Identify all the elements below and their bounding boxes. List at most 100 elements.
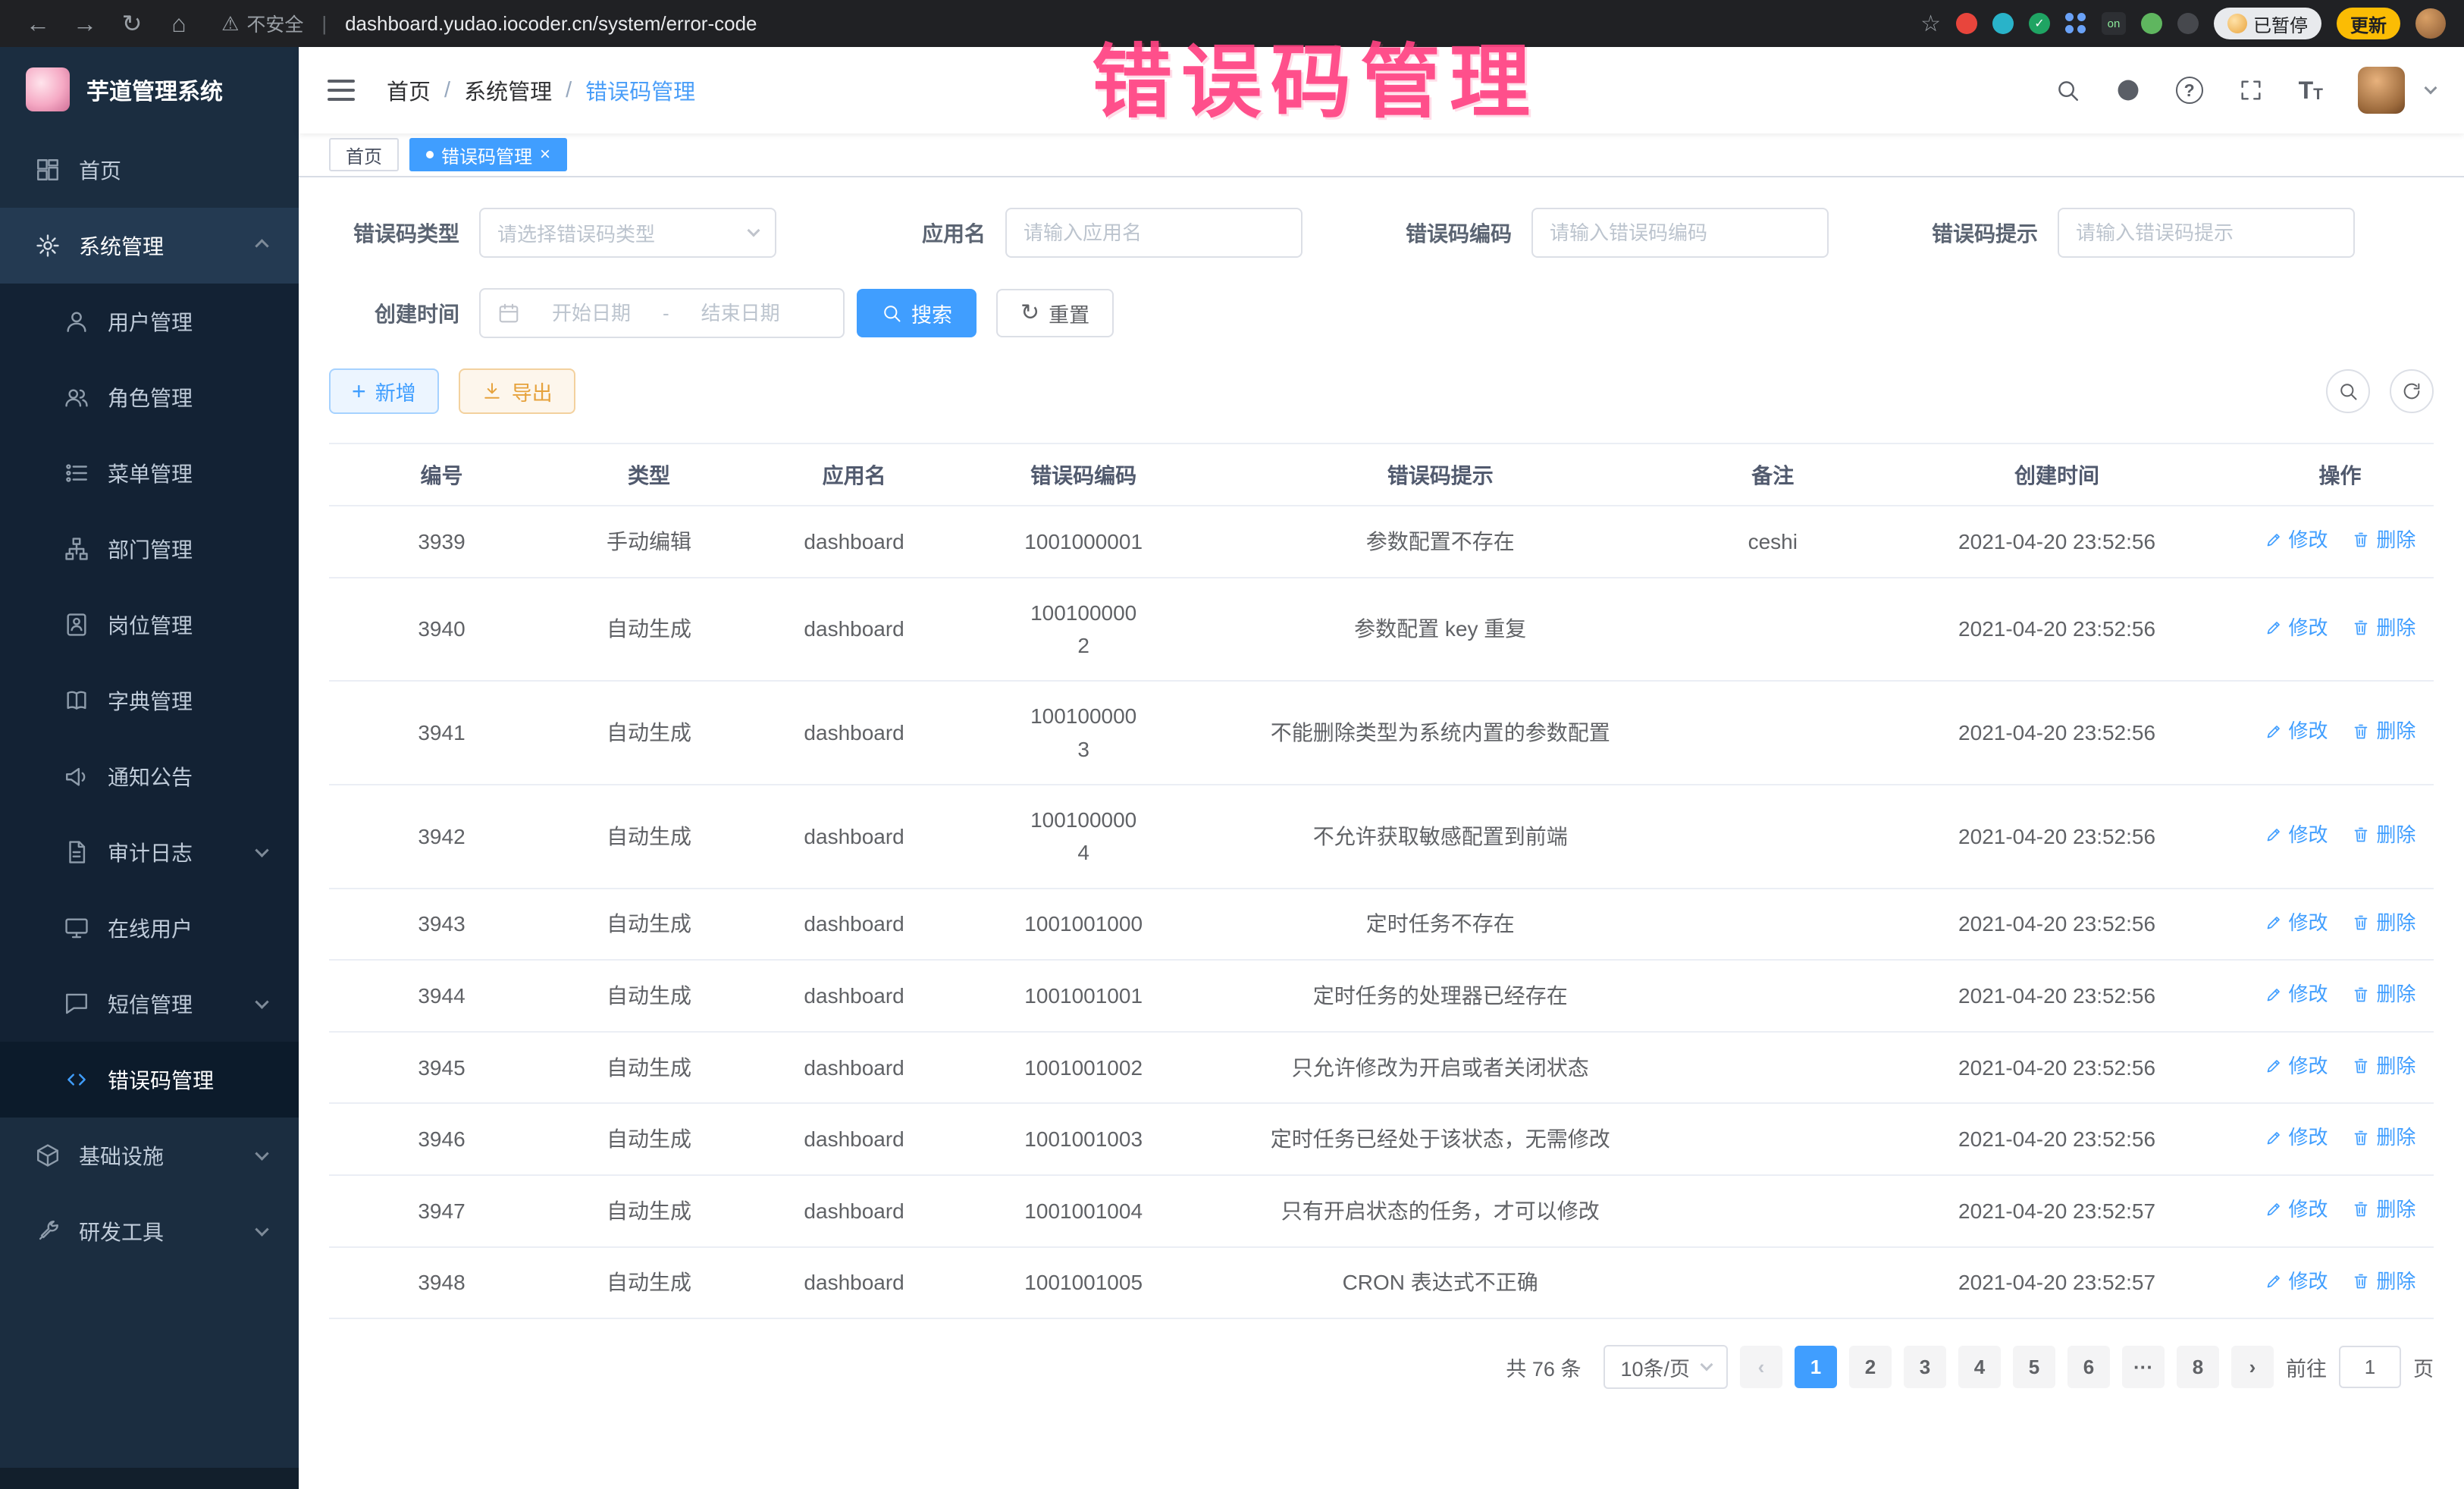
- refresh-table-button[interactable]: [2390, 369, 2434, 413]
- tab-error-code[interactable]: 错误码管理 ×: [409, 138, 567, 171]
- sidebar-item-menus[interactable]: 菜单管理: [0, 435, 299, 511]
- sidebar-collapse-bar[interactable]: [0, 1468, 299, 1489]
- edit-link[interactable]: 修改: [2265, 716, 2328, 746]
- pagination-page-5[interactable]: 5: [2013, 1346, 2055, 1388]
- delete-link[interactable]: 删除: [2352, 820, 2415, 850]
- delete-link[interactable]: 删除: [2352, 1266, 2415, 1296]
- edit-icon: [2265, 531, 2283, 549]
- back-button[interactable]: ←: [18, 10, 58, 38]
- delete-link[interactable]: 删除: [2352, 908, 2415, 938]
- pagination-next[interactable]: ›: [2231, 1346, 2274, 1388]
- export-button[interactable]: 导出: [459, 368, 575, 414]
- pagination-ellipsis[interactable]: ···: [2122, 1346, 2165, 1388]
- sidebar-item-dev-tools[interactable]: 研发工具: [0, 1193, 299, 1269]
- edit-link[interactable]: 修改: [2265, 1194, 2328, 1224]
- sidebar-item-sms[interactable]: 短信管理: [0, 966, 299, 1042]
- fullscreen-icon[interactable]: [2238, 77, 2264, 103]
- breadcrumb-home[interactable]: 首页: [387, 74, 431, 106]
- hamburger-icon[interactable]: [328, 80, 355, 101]
- pagination-page-8[interactable]: 8: [2177, 1346, 2219, 1388]
- trash-icon: [2352, 723, 2370, 741]
- browser-profile-avatar[interactable]: [2415, 8, 2446, 39]
- sidebar-item-system[interactable]: 系统管理: [0, 208, 299, 284]
- start-date-input[interactable]: [531, 302, 652, 325]
- sidebar-item-posts[interactable]: 岗位管理: [0, 587, 299, 663]
- paused-badge[interactable]: 已暂停: [2214, 8, 2321, 39]
- github-icon[interactable]: [2115, 77, 2141, 103]
- error-code-input[interactable]: [1550, 221, 1810, 245]
- extension-icon-green[interactable]: [2141, 13, 2162, 34]
- pagination-page-6[interactable]: 6: [2067, 1346, 2110, 1388]
- sidebar-logo[interactable]: 芋道管理系统: [0, 47, 299, 132]
- avatar[interactable]: [2358, 67, 2405, 114]
- pagination-page-3[interactable]: 3: [1904, 1346, 1946, 1388]
- app-name-input[interactable]: [1024, 221, 1284, 245]
- update-button[interactable]: 更新: [2337, 8, 2400, 39]
- pagination-prev[interactable]: ‹: [1740, 1346, 1782, 1388]
- edit-link[interactable]: 修改: [2265, 525, 2328, 555]
- sidebar-item-home[interactable]: 首页: [0, 132, 299, 208]
- reload-button[interactable]: ↻: [112, 9, 152, 38]
- address-url[interactable]: dashboard.yudao.iocoder.cn/system/error-…: [345, 12, 757, 36]
- extension-icon-on-badge[interactable]: on: [2102, 12, 2126, 35]
- delete-link[interactable]: 删除: [2352, 716, 2415, 746]
- security-indicator[interactable]: ⚠ 不安全: [221, 10, 303, 37]
- breadcrumb-parent[interactable]: 系统管理: [464, 74, 552, 106]
- font-size-icon[interactable]: TT: [2299, 78, 2323, 102]
- extension-icon-pin[interactable]: [2177, 13, 2199, 34]
- search-button[interactable]: 搜索: [857, 289, 977, 337]
- pagination: 共 76 条 10条/页 ‹ 1 2 3 4 5 6 ··· 8 › 前往 页: [329, 1345, 2434, 1412]
- extension-icon-green-check[interactable]: ✓: [2029, 13, 2050, 34]
- goto-page-input[interactable]: [2339, 1346, 2401, 1388]
- tab-home[interactable]: 首页: [329, 138, 399, 171]
- extension-icon-red[interactable]: [1956, 13, 1977, 34]
- sidebar-item-roles[interactable]: 角色管理: [0, 359, 299, 435]
- sidebar-item-dictionary[interactable]: 字典管理: [0, 663, 299, 738]
- extension-icon-teal[interactable]: [1992, 13, 2014, 34]
- bookmark-star-icon[interactable]: ☆: [1920, 11, 1941, 37]
- home-button[interactable]: ⌂: [159, 10, 199, 38]
- delete-link[interactable]: 删除: [2352, 1122, 2415, 1152]
- dashboard-icon: [35, 157, 61, 183]
- sidebar-item-online-users[interactable]: 在线用户: [0, 890, 299, 966]
- reset-button[interactable]: ↻ 重置: [996, 289, 1114, 337]
- refresh-icon: [2401, 381, 2422, 402]
- edit-link[interactable]: 修改: [2265, 1122, 2328, 1152]
- sidebar-item-users[interactable]: 用户管理: [0, 284, 299, 359]
- goto-label: 前往: [2286, 1353, 2327, 1382]
- edit-link[interactable]: 修改: [2265, 1051, 2328, 1081]
- sidebar-item-infrastructure[interactable]: 基础设施: [0, 1118, 299, 1193]
- search-icon[interactable]: [2055, 77, 2080, 103]
- edit-link[interactable]: 修改: [2265, 1266, 2328, 1296]
- delete-link[interactable]: 删除: [2352, 1051, 2415, 1081]
- page-size-select[interactable]: 10条/页: [1603, 1345, 1728, 1389]
- edit-link[interactable]: 修改: [2265, 979, 2328, 1009]
- delete-link[interactable]: 删除: [2352, 979, 2415, 1009]
- sidebar-item-error-code[interactable]: 错误码管理: [0, 1042, 299, 1118]
- edit-link[interactable]: 修改: [2265, 820, 2328, 850]
- extension-icon-grid[interactable]: [2065, 13, 2086, 34]
- date-range-picker[interactable]: -: [479, 288, 845, 338]
- delete-link[interactable]: 删除: [2352, 1194, 2415, 1224]
- delete-link[interactable]: 删除: [2352, 613, 2415, 643]
- end-date-input[interactable]: [680, 302, 801, 325]
- delete-link[interactable]: 删除: [2352, 525, 2415, 555]
- pagination-page-2[interactable]: 2: [1849, 1346, 1892, 1388]
- sidebar-item-audit-log[interactable]: 审计日志: [0, 814, 299, 890]
- sidebar-item-notices[interactable]: 通知公告: [0, 738, 299, 814]
- chevron-down-icon: [255, 995, 268, 1008]
- error-type-select[interactable]: 请选择错误码类型: [479, 208, 776, 258]
- add-button[interactable]: + 新增: [329, 368, 439, 414]
- sidebar-item-departments[interactable]: 部门管理: [0, 511, 299, 587]
- avatar-caret-icon[interactable]: [2425, 82, 2437, 95]
- edit-link[interactable]: 修改: [2265, 613, 2328, 643]
- forward-button[interactable]: →: [65, 10, 105, 38]
- table-row: 3948 自动生成 dashboard 1001001005 CRON 表达式不…: [329, 1247, 2434, 1319]
- error-hint-input[interactable]: [2076, 221, 2337, 245]
- pagination-page-1[interactable]: 1: [1795, 1346, 1837, 1388]
- close-icon[interactable]: ×: [540, 146, 550, 164]
- pagination-page-4[interactable]: 4: [1958, 1346, 2001, 1388]
- edit-link[interactable]: 修改: [2265, 908, 2328, 938]
- show-search-toggle-button[interactable]: [2326, 369, 2370, 413]
- help-icon[interactable]: ?: [2176, 77, 2203, 104]
